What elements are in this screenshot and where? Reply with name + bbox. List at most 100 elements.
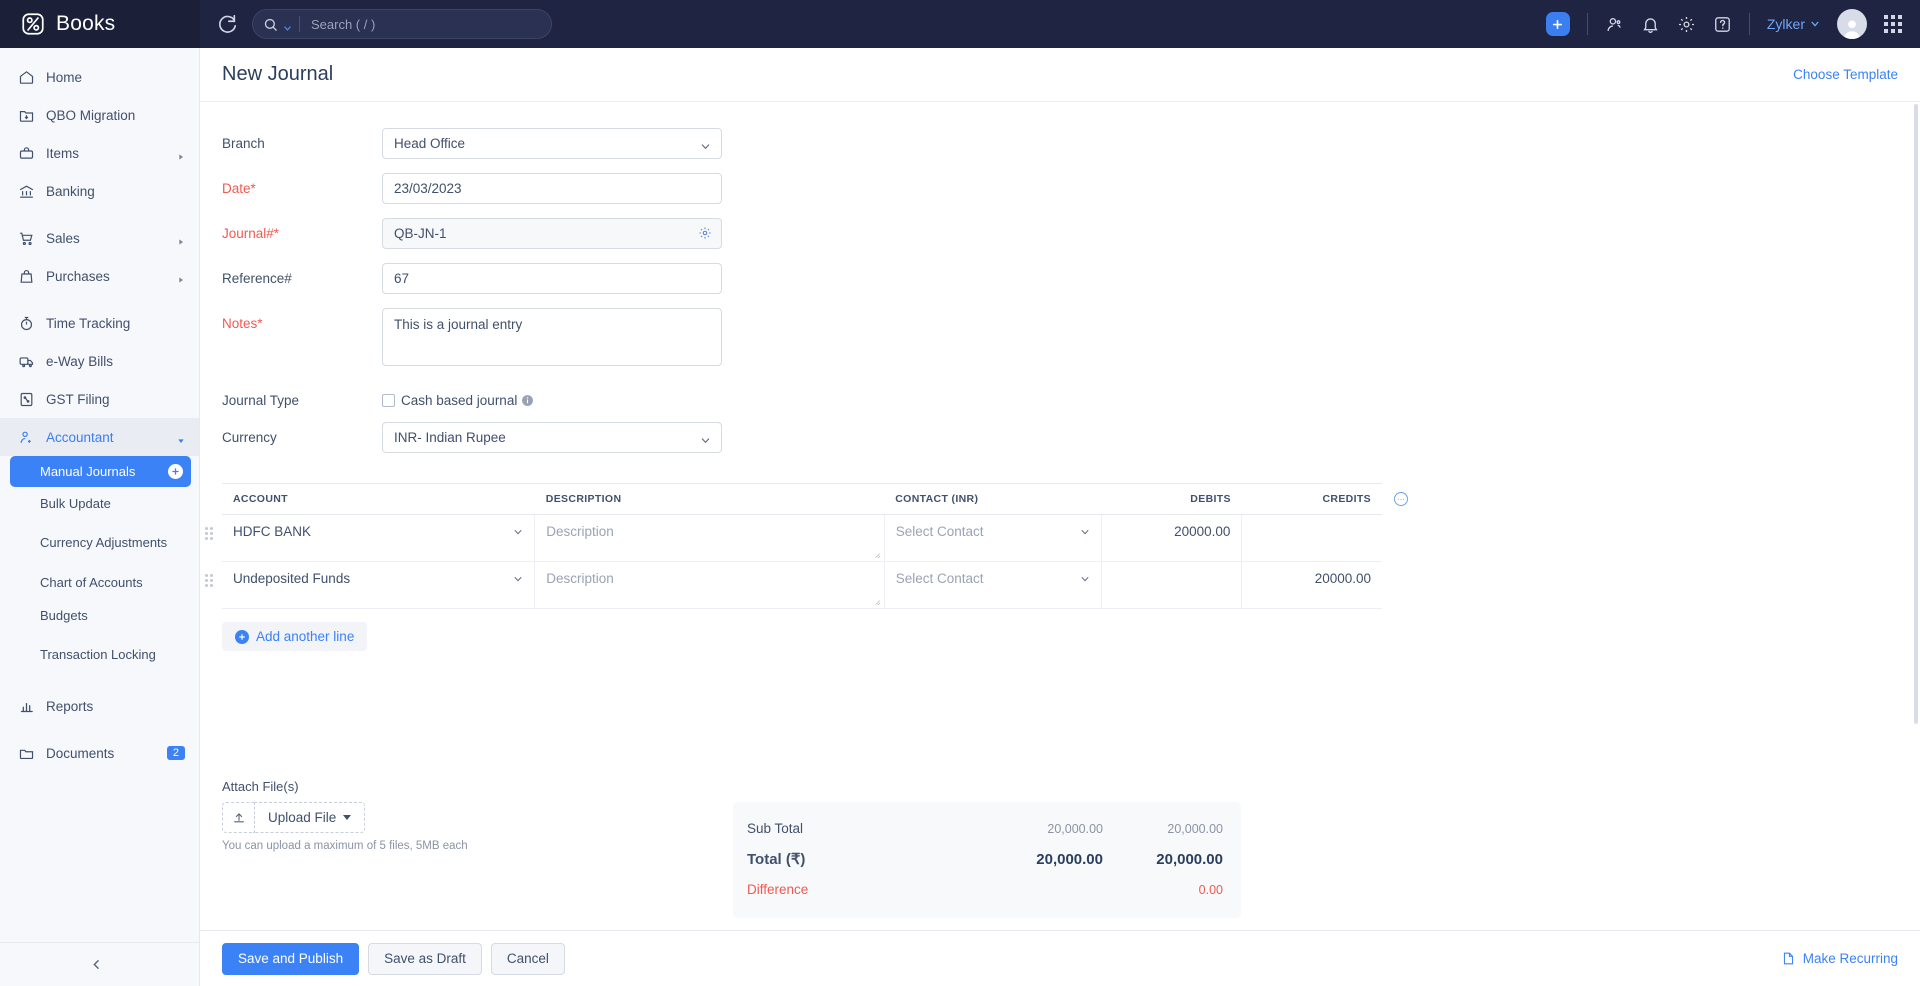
row-debits-input[interactable]: 20000.00 — [1102, 515, 1241, 548]
sidebar-item-sales[interactable]: Sales — [0, 219, 199, 257]
column-header-debits: DEBITS — [1102, 484, 1242, 515]
chevron-left-icon — [90, 958, 103, 971]
info-icon[interactable] — [521, 394, 534, 407]
drag-handle-icon[interactable] — [205, 527, 213, 540]
bell-icon[interactable] — [1641, 15, 1660, 34]
sidebar-item-accountant[interactable]: Accountant — [0, 418, 199, 456]
row-description-input[interactable]: Description — [535, 562, 883, 608]
row-description-input[interactable]: Description — [535, 515, 883, 561]
sidebar-item-label: Accountant — [46, 430, 114, 445]
sidebar-item-home[interactable]: Home — [0, 58, 199, 96]
row-account-value: HDFC BANK — [233, 524, 311, 539]
sidebar-subitem-currency-adjustments[interactable]: Currency Adjustments — [0, 520, 199, 566]
currency-select[interactable] — [382, 422, 722, 453]
make-recurring-button[interactable]: Make Recurring — [1781, 951, 1898, 966]
add-another-line-button[interactable]: Add another line — [222, 622, 367, 651]
branch-select-input[interactable] — [382, 128, 722, 159]
sidebar-item-documents[interactable]: Documents 2 — [0, 734, 199, 772]
sidebar-item-label: GST Filing — [46, 392, 110, 407]
refresh-icon[interactable] — [216, 13, 238, 35]
chevron-right-icon — [177, 149, 185, 157]
sidebar-item-time-tracking[interactable]: Time Tracking — [0, 304, 199, 342]
row-account-select[interactable]: Undeposited Funds — [222, 562, 534, 595]
notes-field[interactable]: This is a journal entry — [382, 308, 722, 371]
gear-icon[interactable] — [1677, 15, 1696, 34]
sidebar-item-label: Purchases — [46, 269, 110, 284]
sidebar-item-label: Home — [46, 70, 82, 85]
sidebar-subitem-budgets[interactable]: Budgets — [0, 599, 199, 632]
sidebar-item-qbo-migration[interactable]: QBO Migration — [0, 96, 199, 134]
organization-switcher[interactable]: Zylker — [1767, 16, 1820, 32]
resize-handle-icon[interactable] — [873, 551, 881, 559]
search-input[interactable] — [311, 17, 541, 32]
sidebar-item-gst-filing[interactable]: GST Filing — [0, 380, 199, 418]
truck-icon — [18, 353, 35, 370]
row-debits-input[interactable] — [1102, 562, 1241, 580]
choose-template-link[interactable]: Choose Template — [1793, 67, 1898, 82]
field-row-currency: Currency — [222, 422, 1898, 453]
field-row-branch: Branch — [222, 128, 1898, 159]
row-credits-input[interactable]: 20000.00 — [1242, 562, 1382, 595]
save-and-publish-button[interactable]: Save and Publish — [222, 943, 359, 975]
cash-based-journal-checkbox[interactable] — [382, 394, 395, 407]
line-items-settings-icon[interactable]: ··· — [1394, 492, 1408, 506]
grid-apps-icon[interactable] — [1884, 15, 1902, 33]
brand-logo-area[interactable]: Books — [0, 0, 200, 48]
bank-icon — [18, 183, 35, 200]
reference-input[interactable] — [382, 263, 722, 294]
cash-based-journal-row[interactable]: Cash based journal — [382, 385, 722, 408]
reference-field[interactable] — [382, 263, 722, 294]
brand-name: Books — [56, 12, 115, 36]
quick-create-button[interactable] — [1546, 12, 1570, 36]
upload-file-button[interactable]: Upload File — [254, 802, 365, 833]
footer-actions: Save and Publish Save as Draft Cancel Ma… — [200, 930, 1920, 986]
main-scrollbar[interactable] — [1914, 104, 1918, 724]
sidebar-item-items[interactable]: Items — [0, 134, 199, 172]
cancel-button[interactable]: Cancel — [491, 943, 565, 975]
save-as-draft-button[interactable]: Save as Draft — [368, 943, 482, 975]
currency-label: Currency — [222, 422, 382, 445]
search-bar[interactable] — [252, 9, 552, 39]
page-header: New Journal Choose Template — [200, 48, 1920, 102]
users-icon[interactable] — [1605, 15, 1624, 34]
journal-number-input[interactable] — [382, 218, 722, 249]
row-account-select[interactable]: HDFC BANK — [222, 515, 534, 548]
sidebar-item-eway-bills[interactable]: e-Way Bills — [0, 342, 199, 380]
sidebar-subitem-manual-journals[interactable]: Manual Journals — [10, 456, 191, 487]
date-field[interactable] — [382, 173, 722, 204]
sidebar-item-label: Reports — [46, 699, 93, 714]
upload-file-group[interactable]: Upload File — [222, 802, 365, 833]
home-icon — [18, 69, 35, 86]
sidebar-item-label: Time Tracking — [46, 316, 130, 331]
row-credits-input[interactable] — [1242, 515, 1382, 533]
journal-number-gear-icon[interactable] — [698, 226, 712, 240]
branch-select[interactable] — [382, 128, 722, 159]
sidebar-subitem-bulk-update[interactable]: Bulk Update — [0, 487, 199, 520]
resize-handle-icon[interactable] — [873, 598, 881, 606]
notes-textarea[interactable]: This is a journal entry — [382, 308, 722, 366]
row-contact-select[interactable]: Select Contact — [885, 562, 1102, 595]
upload-file-label: Upload File — [268, 810, 336, 825]
sidebar-item-banking[interactable]: Banking — [0, 172, 199, 210]
field-row-reference: Reference# — [222, 263, 1898, 294]
topbar-divider-2 — [1749, 13, 1750, 35]
date-input[interactable] — [382, 173, 722, 204]
avatar[interactable] — [1837, 9, 1867, 39]
row-contact-select[interactable]: Select Contact — [885, 515, 1102, 548]
drag-handle-icon[interactable] — [205, 574, 213, 587]
journal-number-field[interactable] — [382, 218, 722, 249]
attach-files-label: Attach File(s) — [222, 779, 1898, 794]
help-icon[interactable] — [1713, 15, 1732, 34]
branch-label: Branch — [222, 128, 382, 151]
sidebar-subitem-transaction-locking[interactable]: Transaction Locking — [0, 632, 199, 678]
plus-circle-icon[interactable] — [168, 464, 183, 479]
sidebar-collapse-button[interactable] — [0, 942, 199, 986]
sidebar-item-purchases[interactable]: Purchases — [0, 257, 199, 295]
search-scope-chevron-down-icon[interactable] — [283, 20, 292, 29]
sidebar-subitem-chart-of-accounts[interactable]: Chart of Accounts — [0, 566, 199, 599]
upload-icon[interactable] — [222, 802, 254, 833]
currency-select-input[interactable] — [382, 422, 722, 453]
sidebar-item-reports[interactable]: Reports — [0, 687, 199, 725]
plus-circle-icon — [235, 630, 249, 644]
search-divider — [299, 16, 300, 32]
